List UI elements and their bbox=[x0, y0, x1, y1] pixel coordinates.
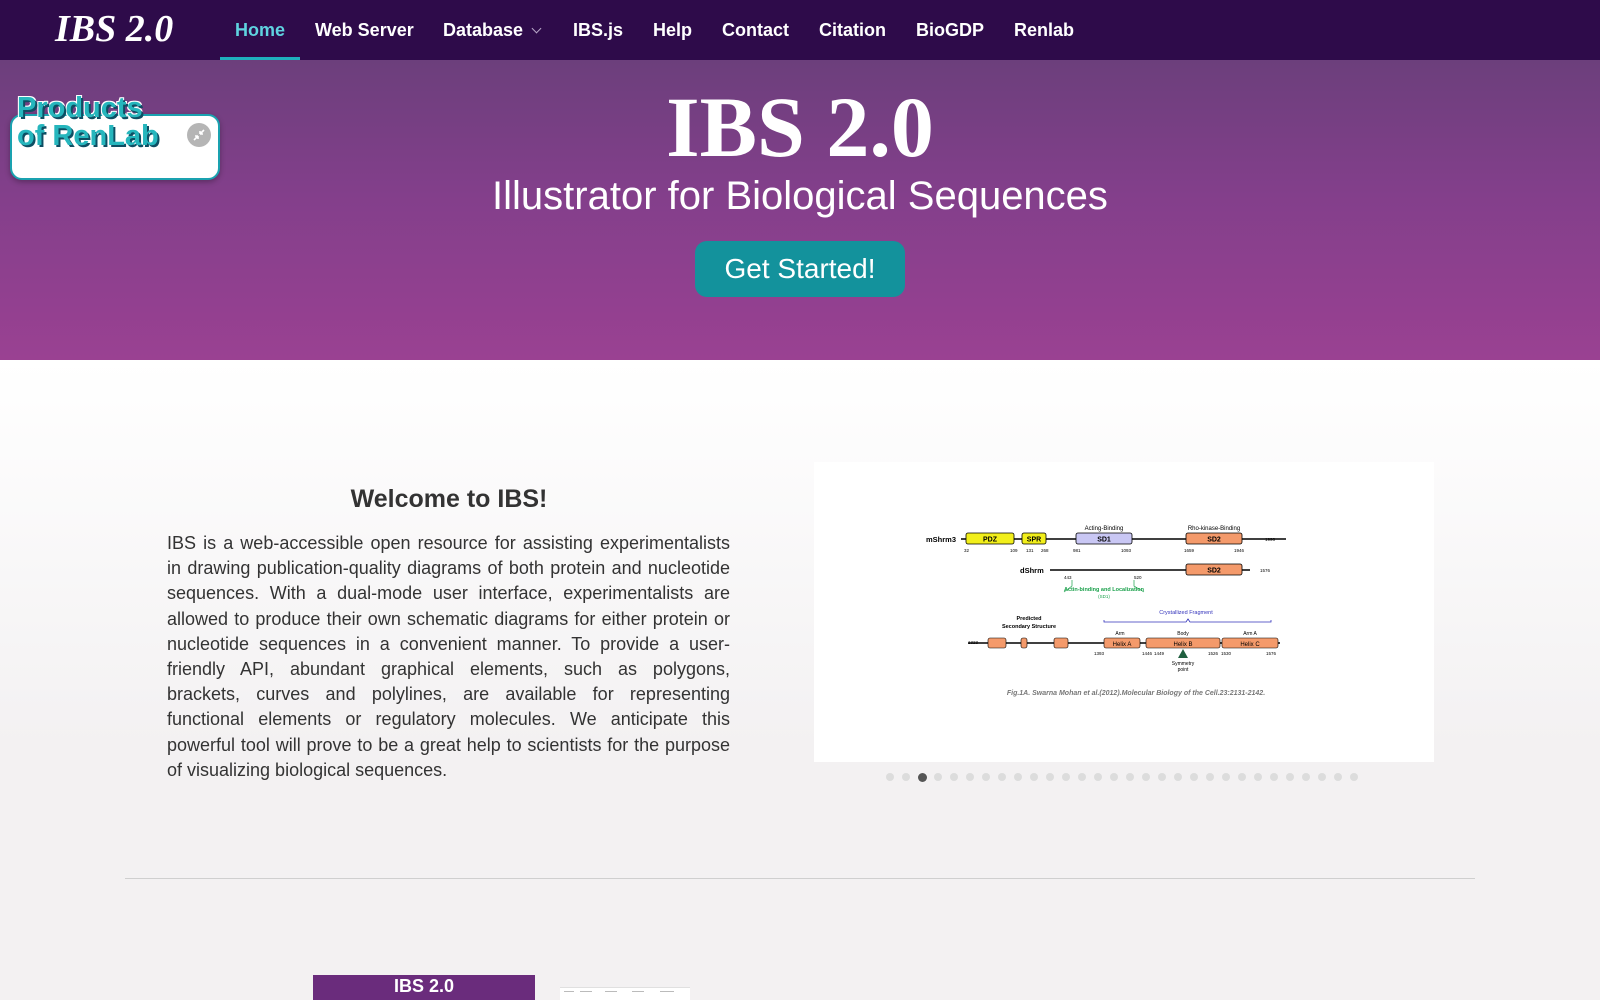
carousel-dot[interactable] bbox=[1302, 773, 1310, 781]
nav-renlab[interactable]: Renlab bbox=[1014, 0, 1074, 60]
fig-row2-annotation: Actin-binding and Localization bbox=[1064, 587, 1145, 593]
fig-helix-c: Helix C bbox=[1240, 642, 1260, 648]
brand-logo[interactable]: IBS 2.0 bbox=[55, 8, 173, 50]
hero-title: IBS 2.0 bbox=[666, 79, 934, 175]
fig-pos: 268 bbox=[1041, 548, 1049, 553]
fig-bracket-label: Crystallized Fragment bbox=[1159, 610, 1213, 616]
products-widget-title: Products of RenLab bbox=[17, 92, 159, 152]
fig-pos: 1526 bbox=[1208, 651, 1219, 656]
nav-database-label: Database bbox=[443, 20, 524, 40]
carousel-slide-figure: mShrm3 PDZ SPR SD1 SD2 Acting-Binding Rh… bbox=[926, 526, 1286, 697]
fig-region-body: Body bbox=[1177, 631, 1189, 637]
fig-domain-sd1: SD1 bbox=[1097, 537, 1111, 544]
fig-pos: 1323 bbox=[968, 640, 979, 645]
nav-contact[interactable]: Contact bbox=[722, 0, 789, 60]
fig-domain-pdz: PDZ bbox=[983, 537, 998, 544]
chevron-down-icon bbox=[531, 23, 542, 34]
fig-pos: 1530 bbox=[1221, 651, 1232, 656]
fig-pos: 32 bbox=[964, 548, 970, 553]
carousel-dot[interactable] bbox=[1078, 773, 1086, 781]
carousel-dot[interactable] bbox=[1334, 773, 1342, 781]
fig-row2-annotation-sub: (SD1) bbox=[1098, 594, 1110, 599]
fig-helix-a: Helix A bbox=[1113, 642, 1132, 648]
nav-citation[interactable]: Citation bbox=[819, 0, 886, 60]
fig-pos: 131 bbox=[1026, 548, 1034, 553]
fig-region-arma: Arm A bbox=[1243, 631, 1257, 637]
nav-help[interactable]: Help bbox=[653, 0, 692, 60]
fig-pos: 1576 bbox=[1260, 568, 1271, 573]
carousel-dot[interactable] bbox=[1062, 773, 1070, 781]
nav-ibs-js[interactable]: IBS.js bbox=[573, 0, 623, 60]
thumbnail-table[interactable] bbox=[560, 987, 690, 1000]
thumbnail-ibs[interactable]: IBS 2.0 bbox=[313, 975, 535, 1000]
fig-region-arm: Arm bbox=[1115, 631, 1124, 637]
fig-pos: 981 bbox=[1073, 548, 1081, 553]
fig-label-rho: Rho-kinase-Binding bbox=[1188, 526, 1240, 532]
carousel-dot[interactable] bbox=[1238, 773, 1246, 781]
carousel-dot[interactable] bbox=[950, 773, 958, 781]
fig-pos: 1449 bbox=[1154, 651, 1165, 656]
carousel-dot[interactable] bbox=[966, 773, 974, 781]
carousel-dot[interactable] bbox=[1158, 773, 1166, 781]
fig-pos: 443 bbox=[1064, 575, 1072, 580]
carousel-dot[interactable] bbox=[1110, 773, 1118, 781]
carousel-dot[interactable] bbox=[998, 773, 1006, 781]
carousel-dot[interactable] bbox=[902, 773, 910, 781]
collapse-arrows-icon[interactable] bbox=[187, 123, 211, 147]
carousel-dot[interactable] bbox=[1046, 773, 1054, 781]
nav-biogdp[interactable]: BioGDP bbox=[916, 0, 984, 60]
figure-carousel[interactable]: mShrm3 PDZ SPR SD1 SD2 Acting-Binding Rh… bbox=[814, 462, 1434, 762]
fig-pos: 1946 bbox=[1234, 548, 1245, 553]
hero-banner: IBS 2.0 Illustrator for Biological Seque… bbox=[0, 60, 1600, 360]
carousel-dot[interactable] bbox=[1270, 773, 1278, 781]
fig-pos: 520 bbox=[1134, 575, 1142, 580]
carousel-dot[interactable] bbox=[1222, 773, 1230, 781]
hero-subtitle: Illustrator for Biological Sequences bbox=[492, 174, 1108, 218]
fig-row2-name: dShrm bbox=[1020, 566, 1044, 575]
fig-domain-sd2: SD2 bbox=[1207, 537, 1221, 544]
carousel-dot[interactable] bbox=[1190, 773, 1198, 781]
carousel-dot[interactable] bbox=[1094, 773, 1102, 781]
products-title-line1: Products bbox=[17, 92, 143, 124]
fig-pos: 1093 bbox=[1121, 548, 1132, 553]
fig-domain-spr: SPR bbox=[1027, 537, 1041, 544]
fig-row3-label1: Predicted bbox=[1016, 616, 1041, 622]
fig-row1-name: mShrm3 bbox=[926, 535, 956, 544]
welcome-title: Welcome to IBS! bbox=[350, 485, 548, 513]
fig-pos: 1996 bbox=[1265, 537, 1276, 542]
fig-pos: 109 bbox=[1010, 548, 1018, 553]
fig-symmetry-2: point bbox=[1178, 667, 1189, 673]
fig-row2-domain-sd2: SD2 bbox=[1207, 568, 1221, 575]
top-navbar: IBS 2.0 Home Web Server Database IBS.js … bbox=[0, 0, 1600, 60]
welcome-text: IBS is a web-accessible open resource fo… bbox=[167, 533, 730, 780]
carousel-dot[interactable] bbox=[1126, 773, 1134, 781]
nav-database[interactable]: Database bbox=[443, 0, 542, 60]
fig-row3-label2: Secondary Structure bbox=[1002, 624, 1056, 630]
carousel-dot[interactable] bbox=[1174, 773, 1182, 781]
carousel-dot[interactable] bbox=[886, 773, 894, 781]
nav-home[interactable]: Home bbox=[235, 0, 285, 60]
fig-pos: 1576 bbox=[1266, 651, 1277, 656]
carousel-dot[interactable] bbox=[1286, 773, 1294, 781]
carousel-dot[interactable] bbox=[1014, 773, 1022, 781]
fig-pos: 1446 bbox=[1142, 651, 1153, 656]
carousel-dot[interactable] bbox=[918, 772, 927, 782]
nav-web-server[interactable]: Web Server bbox=[315, 0, 414, 60]
carousel-dot[interactable] bbox=[982, 773, 990, 781]
products-title-line2: of RenLab bbox=[17, 120, 159, 152]
fig-pos: 1393 bbox=[1094, 651, 1105, 656]
carousel-dot[interactable] bbox=[1206, 773, 1214, 781]
section-divider bbox=[125, 878, 1475, 879]
carousel-dot[interactable] bbox=[1142, 773, 1150, 781]
fig-caption: Fig.1A. Swarna Mohan et al.(2012).Molecu… bbox=[1007, 690, 1265, 697]
fig-pos: 1659 bbox=[1184, 548, 1195, 553]
carousel-dot[interactable] bbox=[1030, 773, 1038, 781]
carousel-dot[interactable] bbox=[1318, 773, 1326, 781]
carousel-dot[interactable] bbox=[1350, 773, 1358, 781]
fig-helix-b: Helix B bbox=[1173, 642, 1192, 648]
carousel-dot[interactable] bbox=[934, 773, 942, 781]
carousel-dot[interactable] bbox=[1254, 773, 1262, 781]
get-started-button[interactable]: Get Started! bbox=[695, 241, 905, 297]
fig-label-acting: Acting-Binding bbox=[1085, 526, 1124, 532]
